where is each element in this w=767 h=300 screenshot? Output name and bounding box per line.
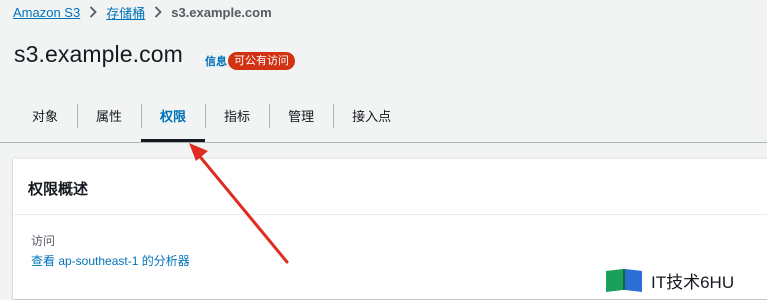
watermark-logo-icon (606, 269, 642, 292)
tab-divider (0, 142, 767, 143)
tab-metrics[interactable]: 指标 (205, 99, 269, 131)
public-access-badge: 可公有访问 (228, 52, 295, 70)
watermark-text: IT技术6HU (651, 272, 735, 292)
page-title: s3.example.com (14, 41, 183, 67)
tab-permissions[interactable]: 权限 (141, 99, 206, 142)
tab-objects[interactable]: 对象 (13, 99, 77, 131)
breadcrumb-current-bucket: s3.example.com (171, 4, 272, 20)
breadcrumb: Amazon S3 存储桶 s3.example.com (13, 3, 272, 21)
access-label: 访问 (31, 234, 56, 248)
watermark: IT技术6HU (604, 266, 734, 294)
view-analyzer-link[interactable]: 查看 ap-southeast-1 的分析器 (31, 252, 190, 269)
chevron-right-icon (154, 6, 162, 18)
tab-access-points[interactable]: 接入点 (333, 99, 410, 131)
tab-properties[interactable]: 属性 (77, 99, 141, 131)
panel-title: 权限概述 (28, 181, 89, 198)
breadcrumb-amazon-s3-link[interactable]: Amazon S3 (13, 5, 80, 20)
panel-header: 权限概述 (13, 159, 767, 215)
info-link[interactable]: 信息 (205, 53, 227, 69)
tab-bar: 对象 属性 权限 指标 管理 接入点 (13, 99, 410, 142)
chevron-right-icon (89, 6, 97, 18)
tab-management[interactable]: 管理 (269, 99, 333, 131)
breadcrumb-buckets-link[interactable]: 存储桶 (106, 3, 145, 22)
